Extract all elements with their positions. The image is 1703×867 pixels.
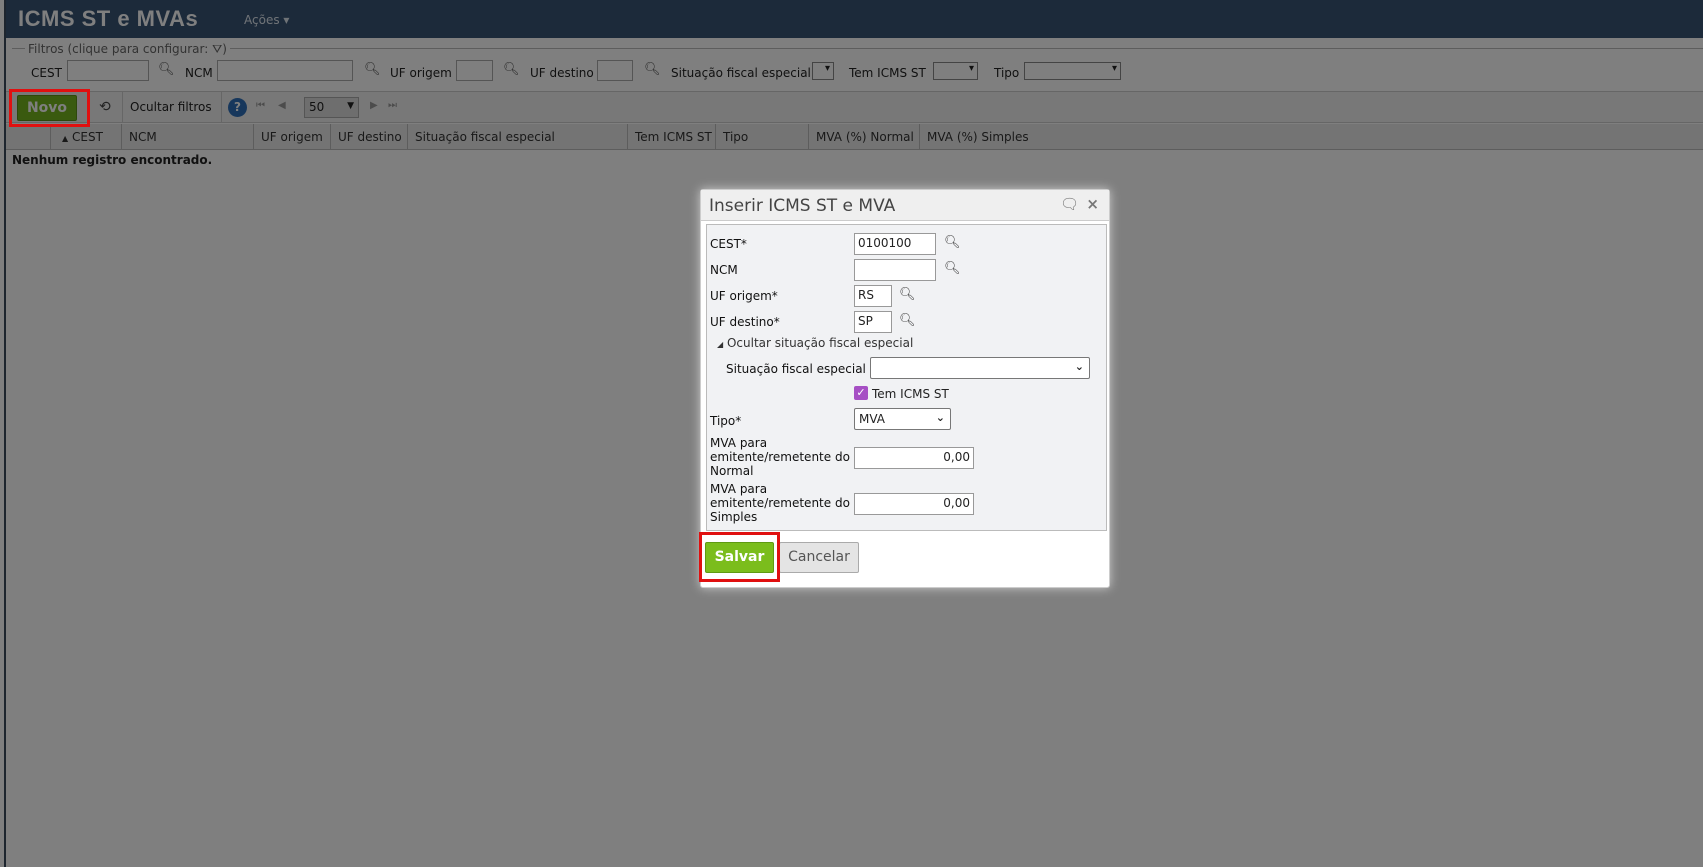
search-icon[interactable]: 🔍︎ [944,235,961,250]
dialog-form: CEST* 0100100 🔍︎ NCM 🔍︎ UF origem* RS 🔍︎… [706,224,1107,531]
search-icon[interactable]: 🔍︎ [899,287,916,302]
mva-normal-label: MVA para emitente/remetente do Normal [710,436,850,478]
toggle-label: Ocultar situação fiscal especial [726,336,914,350]
tipo-value: MVA [859,412,886,426]
tem-icms-label: Tem ICMS ST [872,387,949,401]
cancel-button[interactable]: Cancelar [779,542,859,573]
comment-icon[interactable]: 🗨︎ [1060,195,1079,213]
uf-destino-label: UF destino* [710,315,780,329]
search-icon[interactable]: 🔍︎ [899,313,916,328]
mva-normal-input[interactable]: 0,00 [854,447,974,469]
dialog-titlebar: Inserir ICMS ST e MVA 🗨︎ × [701,190,1109,221]
close-icon[interactable]: × [1086,195,1099,213]
dialog-title: Inserir ICMS ST e MVA [709,196,896,216]
mva-simples-input[interactable]: 0,00 [854,493,974,515]
situacao-select[interactable]: ⌄ [870,357,1090,379]
mva-simples-label: MVA para emitente/remetente do Simples [710,482,850,524]
ncm-input[interactable] [854,259,936,281]
ncm-label: NCM [710,263,738,277]
chevron-down-icon: ⌄ [1074,360,1084,373]
cest-input[interactable]: 0100100 [854,233,936,255]
situacao-label: Situação fiscal especial [726,362,866,376]
uf-destino-input[interactable]: SP [854,311,892,333]
chevron-down-icon: ⌄ [935,411,945,424]
cest-label: CEST* [710,237,747,251]
highlight-box [9,89,90,127]
uf-origem-input[interactable]: RS [854,285,892,307]
tipo-select[interactable]: MVA ⌄ [854,408,951,430]
search-icon[interactable]: 🔍︎ [944,261,961,276]
insert-dialog: Inserir ICMS ST e MVA 🗨︎ × CEST* 0100100… [699,189,1110,588]
tipo-label: Tipo* [710,414,742,428]
uf-origem-label: UF origem* [710,289,778,303]
collapse-triangle-icon: ◢ [717,340,724,349]
highlight-box [699,532,780,582]
tem-icms-checkbox[interactable]: ✓ [854,386,868,400]
toggle-situacao-link[interactable]: ◢ Ocultar situação fiscal especial [717,336,913,350]
